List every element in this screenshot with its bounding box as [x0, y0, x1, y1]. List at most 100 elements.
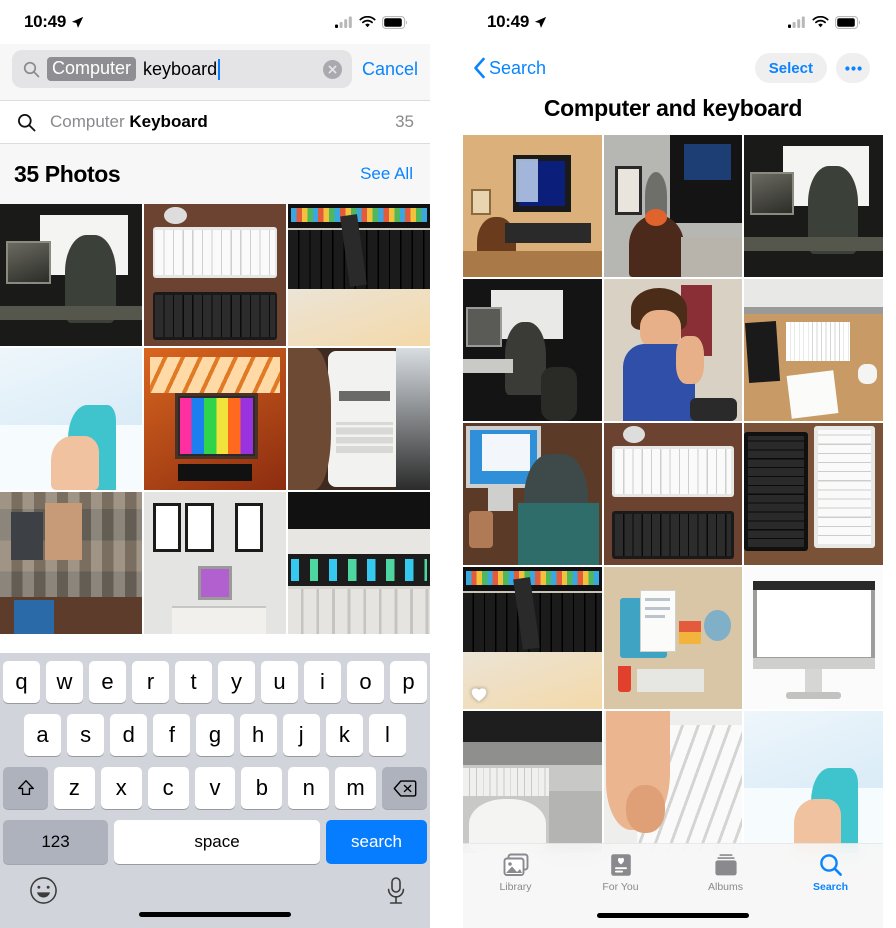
- photo-thumbnail[interactable]: [144, 348, 286, 490]
- key-w[interactable]: w: [46, 661, 83, 703]
- photo-thumbnail[interactable]: [463, 711, 602, 853]
- shift-arrow-icon: [17, 780, 34, 796]
- backspace-icon: [393, 779, 416, 797]
- page-title: Computer and keyboard: [543, 95, 803, 121]
- photo-thumbnail[interactable]: [288, 348, 430, 490]
- photo-thumbnail[interactable]: [0, 492, 142, 634]
- key-e[interactable]: e: [89, 661, 126, 703]
- search-token-computer[interactable]: Computer: [47, 57, 137, 81]
- page-title: 35 Photos: [14, 160, 121, 187]
- photo-thumbnail[interactable]: [463, 135, 602, 277]
- space-key[interactable]: space: [114, 820, 320, 864]
- key-g[interactable]: g: [196, 714, 234, 756]
- key-u[interactable]: u: [261, 661, 298, 703]
- photo-thumbnail[interactable]: [744, 711, 883, 853]
- photo-thumbnail[interactable]: [744, 423, 883, 565]
- battery-icon: [382, 15, 408, 29]
- key-f[interactable]: f: [153, 714, 191, 756]
- photo-thumbnail[interactable]: [603, 135, 743, 277]
- photo-image-imac-blank-screen: [744, 567, 883, 709]
- left-phone-panel: 10:49 Computer keyboard Cancel Computer …: [0, 0, 430, 928]
- photo-thumbnail[interactable]: [463, 423, 602, 565]
- photo-thumbnail[interactable]: [744, 279, 883, 421]
- key-l[interactable]: l: [368, 714, 406, 756]
- numeric-key[interactable]: 123: [3, 820, 108, 864]
- photo-thumbnail[interactable]: [144, 492, 286, 634]
- photo-image-woman-at-imac-bw: [0, 204, 142, 346]
- photo-image-illustration-desktop: [603, 567, 743, 709]
- photo-thumbnail[interactable]: [603, 711, 743, 853]
- clear-circle-icon[interactable]: [322, 59, 342, 79]
- key-i[interactable]: i: [304, 661, 341, 703]
- key-n[interactable]: n: [288, 767, 330, 809]
- keyboard-letters-row-3: zxcvbnm: [54, 767, 377, 809]
- photo-image-samsung-device-hand: [288, 348, 430, 490]
- key-d[interactable]: d: [110, 714, 148, 756]
- shift-key[interactable]: [3, 767, 48, 809]
- tab-search[interactable]: Search: [778, 851, 883, 893]
- status-bar-left: 10:49: [487, 12, 547, 32]
- photo-image-macbook-touchbar: [288, 492, 430, 634]
- microphone-icon[interactable]: [385, 876, 407, 906]
- suggestion-bold: Keyboard: [129, 112, 208, 131]
- photo-thumbnail[interactable]: [0, 348, 142, 490]
- key-r[interactable]: r: [132, 661, 169, 703]
- photo-image-desk-flatlay-imac: [744, 279, 883, 421]
- photo-grid: [0, 204, 430, 634]
- see-all-button[interactable]: See All: [360, 164, 413, 184]
- cancel-button[interactable]: Cancel: [362, 59, 418, 80]
- tab-library[interactable]: Library: [463, 851, 568, 893]
- select-button[interactable]: Select: [754, 53, 827, 83]
- key-y[interactable]: y: [218, 661, 255, 703]
- key-m[interactable]: m: [335, 767, 377, 809]
- photo-thumbnail[interactable]: [463, 567, 602, 709]
- key-k[interactable]: k: [325, 714, 363, 756]
- text-caret: [218, 58, 221, 80]
- key-h[interactable]: h: [239, 714, 277, 756]
- tab-albums[interactable]: Albums: [673, 851, 778, 893]
- photo-thumbnail[interactable]: [744, 135, 883, 277]
- photos-library-icon: [503, 851, 529, 878]
- search-return-key[interactable]: search: [326, 820, 427, 864]
- photo-thumbnail[interactable]: [603, 423, 743, 565]
- key-x[interactable]: x: [100, 767, 142, 809]
- key-b[interactable]: b: [241, 767, 283, 809]
- photo-thumbnail[interactable]: [288, 492, 430, 634]
- photo-thumbnail[interactable]: [288, 204, 430, 346]
- back-button[interactable]: Search: [473, 57, 546, 79]
- photo-thumbnail[interactable]: [744, 567, 883, 709]
- emoji-smiley-icon[interactable]: [29, 876, 58, 905]
- key-s[interactable]: s: [67, 714, 105, 756]
- photo-thumbnail[interactable]: [144, 204, 286, 346]
- search-suggestion-row[interactable]: Computer Keyboard 35: [0, 100, 430, 144]
- key-v[interactable]: v: [194, 767, 236, 809]
- key-z[interactable]: z: [54, 767, 95, 809]
- key-a[interactable]: a: [24, 714, 62, 756]
- tab-for-you[interactable]: For You: [568, 851, 673, 893]
- backspace-key[interactable]: [382, 767, 427, 809]
- location-arrow-icon: [534, 16, 547, 28]
- key-j[interactable]: j: [282, 714, 320, 756]
- key-t[interactable]: t: [175, 661, 212, 703]
- home-indicator: [139, 912, 291, 917]
- photo-thumbnail[interactable]: [603, 567, 743, 709]
- key-p[interactable]: p: [390, 661, 427, 703]
- photo-thumbnail[interactable]: [603, 279, 743, 421]
- photo-image-child-back-at-imac: [463, 423, 602, 565]
- photo-thumbnail[interactable]: [463, 279, 602, 421]
- key-o[interactable]: o: [347, 661, 384, 703]
- more-options-button[interactable]: [836, 53, 870, 83]
- photo-image-two-keyboards-desk: [144, 204, 286, 346]
- keyboard-row-1: qwertyuiop: [3, 661, 427, 703]
- photo-thumbnail[interactable]: [0, 204, 142, 346]
- photo-image-two-keyboards-angled: [744, 423, 883, 565]
- status-bar-time: 10:49: [487, 12, 529, 31]
- photo-image-finger-on-keyboard: [603, 711, 743, 853]
- key-c[interactable]: c: [147, 767, 189, 809]
- search-input[interactable]: Computer keyboard: [12, 50, 352, 88]
- key-q[interactable]: q: [3, 661, 40, 703]
- status-bar-time: 10:49: [24, 12, 66, 31]
- photo-image-pixelated-person: [0, 492, 142, 634]
- navigation-bar: Search Select: [463, 44, 883, 92]
- favorite-heart-icon: [471, 688, 487, 702]
